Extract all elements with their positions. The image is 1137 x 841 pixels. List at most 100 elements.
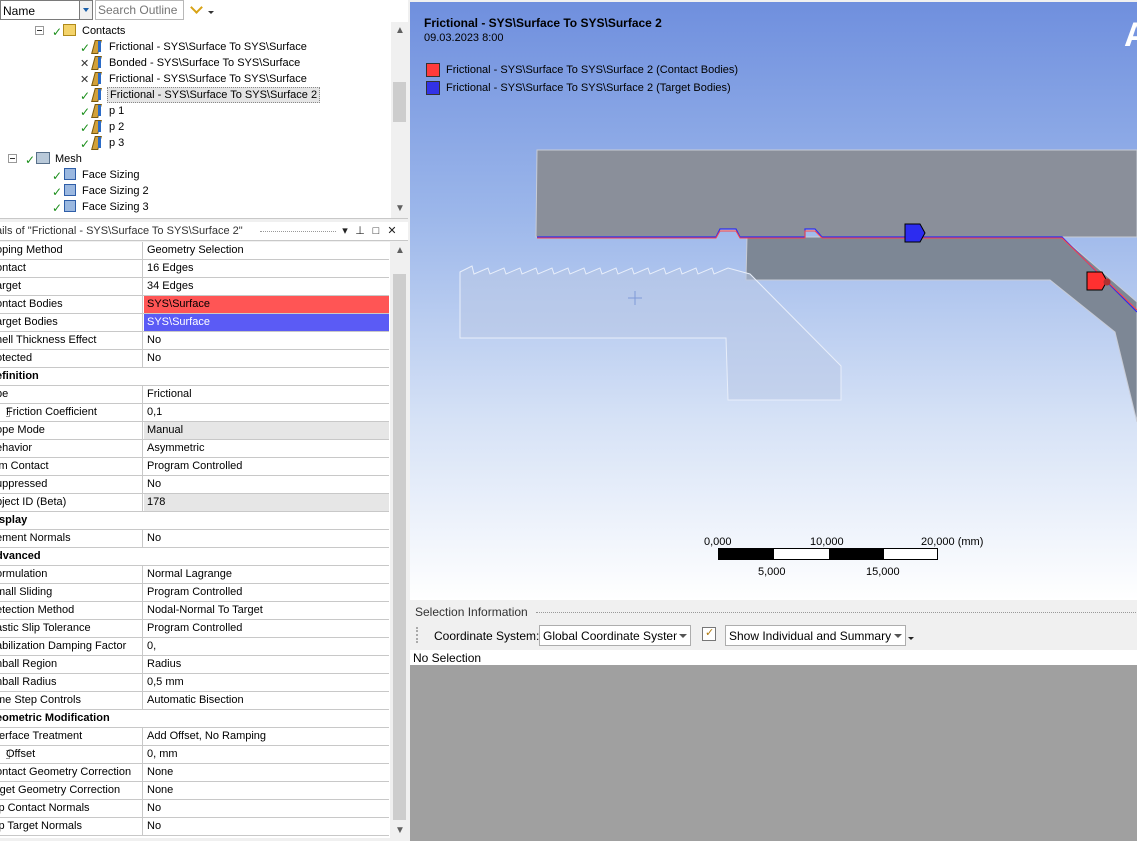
- details-value[interactable]: Radius: [144, 656, 389, 673]
- details-value[interactable]: Geometry Selection: [144, 242, 389, 259]
- scroll-down-icon[interactable]: ▼: [395, 204, 405, 214]
- details-row[interactable]: ement Normals No: [0, 530, 389, 548]
- details-value[interactable]: SYS\Surface: [144, 296, 389, 313]
- details-row[interactable]: uppressed No: [0, 476, 389, 494]
- tree-item[interactable]: ✓ Contacts: [0, 23, 390, 39]
- details-value[interactable]: 0, mm: [144, 746, 389, 763]
- details-value[interactable]: Program Controlled: [144, 584, 389, 601]
- details-value[interactable]: Automatic Bisection: [144, 692, 389, 709]
- details-row[interactable]: me Step Controls Automatic Bisection: [0, 692, 389, 710]
- tree-item[interactable]: ✓ Face Sizing: [0, 167, 390, 183]
- details-value[interactable]: No: [144, 350, 389, 367]
- details-value[interactable]: 0,1: [144, 404, 389, 421]
- details-row[interactable]: ehavior Asymmetric: [0, 440, 389, 458]
- details-row[interactable]: ontact Geometry Correction None: [0, 764, 389, 782]
- details-row[interactable]: ip Target Normals No: [0, 818, 389, 836]
- dropdown-icon[interactable]: ▾: [339, 224, 351, 238]
- details-value[interactable]: No: [144, 332, 389, 349]
- details-value[interactable]: No: [144, 530, 389, 547]
- details-row[interactable]: ontact 16 Edges: [0, 260, 389, 278]
- tree-item[interactable]: ✓ Face Sizing 2: [0, 183, 390, 199]
- details-value[interactable]: Frictional: [144, 386, 389, 403]
- show-mode-select[interactable]: Show Individual and Summary: [725, 625, 906, 646]
- details-value[interactable]: No: [144, 476, 389, 493]
- collapse-icon[interactable]: [35, 26, 44, 35]
- tree-item-label: Face Sizing 3: [82, 201, 149, 213]
- details-value[interactable]: Asymmetric: [144, 440, 389, 457]
- details-value[interactable]: 16 Edges: [144, 260, 389, 277]
- filter-expand-button[interactable]: [188, 1, 216, 19]
- tree-item[interactable]: ✓ p 2: [0, 119, 390, 135]
- tree-item-label: Face Sizing: [82, 169, 140, 181]
- coordinate-system-select[interactable]: Global Coordinate System: [539, 625, 691, 646]
- scale-bar-segment: [719, 549, 774, 559]
- details-key: oping Method: [0, 244, 63, 256]
- details-row[interactable]: otected No: [0, 350, 389, 368]
- details-row[interactable]: astic Slip Tolerance Program Controlled: [0, 620, 389, 638]
- dropdown-arrow-icon[interactable]: [908, 637, 914, 640]
- details-row[interactable]: arget 34 Edges: [0, 278, 389, 296]
- details-scrollbar[interactable]: ▲ ▼: [391, 242, 408, 838]
- scroll-down-icon[interactable]: ▼: [395, 826, 405, 836]
- details-row[interactable]: ormulation Normal Lagrange: [0, 566, 389, 584]
- details-row[interactable]: terface Treatment Add Offset, No Ramping: [0, 728, 389, 746]
- details-row[interactable]: ope Mode Manual: [0, 422, 389, 440]
- details-value[interactable]: 34 Edges: [144, 278, 389, 295]
- chevron-down-icon[interactable]: [79, 1, 92, 19]
- checkbox-icon[interactable]: [702, 626, 716, 641]
- scroll-thumb[interactable]: [393, 274, 406, 820]
- details-value[interactable]: SYS\Surface: [144, 314, 389, 331]
- details-row[interactable]: mall Sliding Program Controlled: [0, 584, 389, 602]
- scroll-thumb[interactable]: [393, 82, 406, 122]
- contact-point: [1103, 278, 1111, 286]
- tree-item[interactable]: ✕ Frictional - SYS\Surface To SYS\Surface: [0, 71, 390, 87]
- details-value[interactable]: None: [144, 782, 389, 799]
- outline-scrollbar[interactable]: ▲ ▼: [391, 22, 408, 218]
- details-value[interactable]: 0,5 mm: [144, 674, 389, 691]
- tree-item[interactable]: ✓ p 3: [0, 135, 390, 151]
- tree-item[interactable]: ✓ Mesh: [0, 151, 390, 167]
- details-key: terface Treatment: [0, 730, 83, 742]
- details-value[interactable]: Normal Lagrange: [144, 566, 389, 583]
- details-row[interactable]: pe Frictional: [0, 386, 389, 404]
- details-value[interactable]: 0,: [144, 638, 389, 655]
- collapse-icon[interactable]: [8, 154, 17, 163]
- details-row[interactable]: oping Method Geometry Selection: [0, 242, 389, 260]
- tree-item[interactable]: ✓ p 1: [0, 103, 390, 119]
- search-outline-field[interactable]: [95, 0, 184, 20]
- details-value[interactable]: 178: [144, 494, 389, 511]
- details-value[interactable]: Nodal-Normal To Target: [144, 602, 389, 619]
- scroll-up-icon[interactable]: ▲: [395, 26, 405, 36]
- tree-item[interactable]: ✓ Frictional - SYS\Surface To SYS\Surface: [0, 39, 390, 55]
- name-filter-combo[interactable]: Name: [0, 0, 93, 20]
- details-row[interactable]: Offset 0, mm: [0, 746, 389, 764]
- graphics-viewport[interactable]: Frictional - SYS\Surface To SYS\Surface …: [410, 2, 1137, 600]
- details-value[interactable]: No: [144, 818, 389, 835]
- tree-item[interactable]: ✓ Frictional - SYS\Surface To SYS\Surface…: [0, 87, 390, 103]
- scroll-up-icon[interactable]: ▲: [395, 246, 405, 256]
- details-value[interactable]: Manual: [144, 422, 389, 439]
- pin-icon[interactable]: ⊥: [354, 224, 366, 238]
- details-row[interactable]: nball Radius 0,5 mm: [0, 674, 389, 692]
- details-value[interactable]: Add Offset, No Ramping: [144, 728, 389, 745]
- details-row[interactable]: bject ID (Beta) 178: [0, 494, 389, 512]
- details-row[interactable]: Friction Coefficient 0,1: [0, 404, 389, 422]
- details-row[interactable]: arget Bodies SYS\Surface: [0, 314, 389, 332]
- details-value[interactable]: Program Controlled: [144, 458, 389, 475]
- details-row[interactable]: etection Method Nodal-Normal To Target: [0, 602, 389, 620]
- details-row[interactable]: abilization Damping Factor 0,: [0, 638, 389, 656]
- details-value[interactable]: No: [144, 800, 389, 817]
- maximize-icon[interactable]: □: [370, 224, 382, 238]
- details-row[interactable]: rget Geometry Correction None: [0, 782, 389, 800]
- details-row[interactable]: ip Contact Normals No: [0, 800, 389, 818]
- details-row[interactable]: ontact Bodies SYS\Surface: [0, 296, 389, 314]
- details-row[interactable]: hell Thickness Effect No: [0, 332, 389, 350]
- tree-item[interactable]: ✕ Bonded - SYS\Surface To SYS\Surface: [0, 55, 390, 71]
- search-input[interactable]: [98, 2, 182, 18]
- details-value[interactable]: Program Controlled: [144, 620, 389, 637]
- details-value[interactable]: None: [144, 764, 389, 781]
- tree-item[interactable]: ✓ Face Sizing 3: [0, 199, 390, 215]
- details-row[interactable]: im Contact Program Controlled: [0, 458, 389, 476]
- close-icon[interactable]: ✕: [386, 224, 398, 238]
- details-row[interactable]: nball Region Radius: [0, 656, 389, 674]
